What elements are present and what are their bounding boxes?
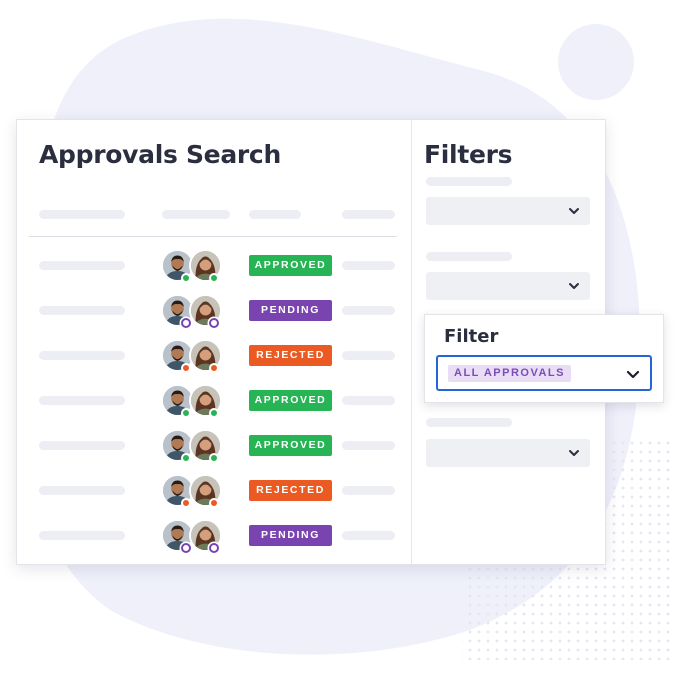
assignee-avatars — [161, 294, 225, 328]
row-text-placeholder — [39, 486, 125, 495]
status-dot — [181, 408, 191, 418]
status-badge: PENDING — [249, 300, 332, 321]
header-divider — [29, 236, 397, 237]
status-badge: APPROVED — [249, 390, 332, 411]
filter-label-placeholder — [426, 418, 512, 427]
table-row[interactable]: APPROVED — [17, 382, 411, 420]
status-dot — [209, 453, 219, 463]
filter-select[interactable] — [426, 439, 590, 467]
filters-title: Filters — [424, 140, 513, 169]
row-text-placeholder — [39, 396, 125, 405]
row-text-placeholder — [39, 306, 125, 315]
table-row[interactable]: PENDING — [17, 292, 411, 330]
assignee-avatars — [161, 339, 225, 373]
approval-status-select[interactable]: ALL APPROVALS — [436, 355, 652, 391]
status-dot — [181, 273, 191, 283]
row-text-placeholder — [342, 486, 395, 495]
filter-label-placeholder — [426, 252, 512, 261]
table-row[interactable]: APPROVED — [17, 427, 411, 465]
status-dot — [181, 453, 191, 463]
filter-popover: Filter ALL APPROVALS — [424, 314, 664, 403]
selected-filter-tag: ALL APPROVALS — [448, 365, 571, 382]
table-row[interactable]: PENDING — [17, 517, 411, 555]
row-text-placeholder — [342, 351, 395, 360]
row-text-placeholder — [39, 531, 125, 540]
status-dot — [209, 498, 219, 508]
status-badge: APPROVED — [249, 435, 332, 456]
column-header-placeholder — [162, 210, 230, 219]
status-dot — [181, 498, 191, 508]
row-text-placeholder — [342, 396, 395, 405]
filter-select[interactable] — [426, 197, 590, 225]
assignee-avatars — [161, 429, 225, 463]
row-text-placeholder — [39, 261, 125, 270]
row-text-placeholder — [39, 441, 125, 450]
status-badge: REJECTED — [249, 480, 332, 501]
row-text-placeholder — [342, 261, 395, 270]
column-header-placeholder — [249, 210, 301, 219]
table-row[interactable]: APPROVED — [17, 247, 411, 285]
status-dot — [209, 543, 219, 553]
row-text-placeholder — [39, 351, 125, 360]
column-header-placeholder — [39, 210, 125, 219]
status-dot — [209, 273, 219, 283]
filter-select[interactable] — [426, 272, 590, 300]
filter-popover-label: Filter — [444, 326, 499, 347]
assignee-avatars — [161, 249, 225, 283]
chevron-down-icon — [569, 283, 579, 289]
chevron-down-icon — [569, 450, 579, 456]
status-badge: APPROVED — [249, 255, 332, 276]
page-title: Approvals Search — [39, 140, 281, 169]
assignee-avatars — [161, 519, 225, 553]
status-dot — [181, 363, 191, 373]
row-text-placeholder — [342, 531, 395, 540]
status-dot — [181, 543, 191, 553]
row-text-placeholder — [342, 306, 395, 315]
status-dot — [209, 318, 219, 328]
approvals-search-pane: Approvals Search APPROVED PENDING REJECTED… — [17, 120, 411, 564]
row-text-placeholder — [342, 441, 395, 450]
column-header-placeholder — [342, 210, 395, 219]
chevron-down-icon[interactable] — [626, 367, 640, 381]
assignee-avatars — [161, 384, 225, 418]
status-dot — [209, 408, 219, 418]
status-badge: REJECTED — [249, 345, 332, 366]
table-row[interactable]: REJECTED — [17, 337, 411, 375]
filter-label-placeholder — [426, 177, 512, 186]
status-dot — [209, 363, 219, 373]
status-badge: PENDING — [249, 525, 332, 546]
status-dot — [181, 318, 191, 328]
chevron-down-icon — [569, 208, 579, 214]
table-row[interactable]: REJECTED — [17, 472, 411, 510]
assignee-avatars — [161, 474, 225, 508]
